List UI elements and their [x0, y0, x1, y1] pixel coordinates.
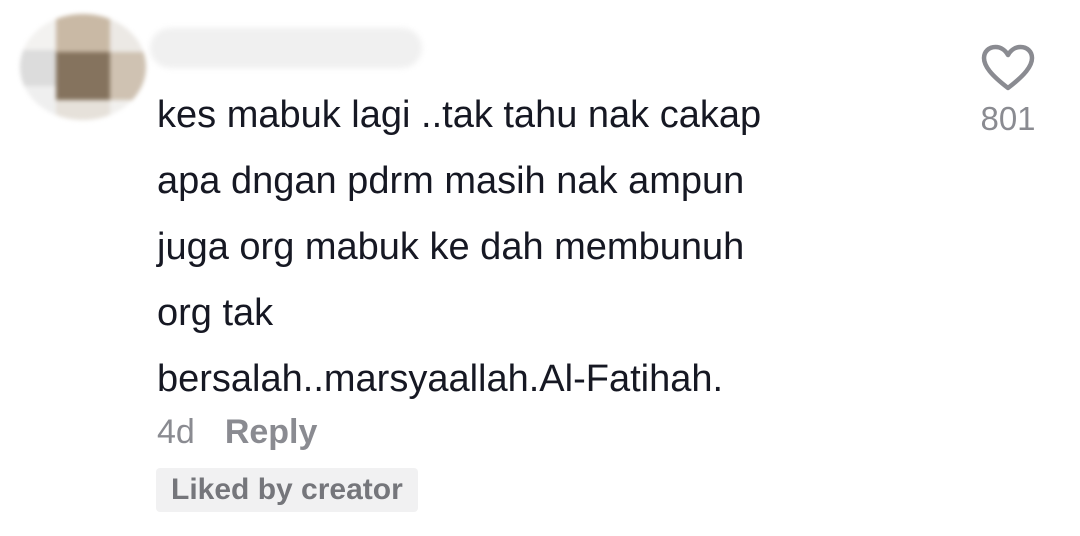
liked-by-creator-badge: Liked by creator — [156, 468, 418, 512]
comment-line: apa dngan pdrm masih nak ampun — [157, 160, 745, 202]
comment-line: bersalah..marsyaallah.Al-Fatihah. — [157, 358, 724, 400]
comment-text: kes mabuk lagi ..tak tahu nak cakap apa … — [157, 82, 887, 412]
comment-line: org tak — [157, 292, 274, 334]
avatar[interactable] — [20, 14, 146, 120]
comment-item: kes mabuk lagi ..tak tahu nak cakap apa … — [0, 0, 1080, 536]
heart-outline-icon[interactable] — [981, 44, 1035, 92]
comment-meta: 4d Reply — [157, 409, 317, 455]
comment-line: kes mabuk lagi ..tak tahu nak cakap — [157, 94, 762, 136]
like-count: 801 — [980, 100, 1036, 137]
reply-button[interactable]: Reply — [225, 413, 318, 452]
like-button[interactable]: 801 — [975, 44, 1041, 138]
username-redacted[interactable] — [150, 28, 422, 68]
comment-line: juga org mabuk ke dah membunuh — [157, 226, 745, 268]
timestamp: 4d — [157, 412, 195, 451]
